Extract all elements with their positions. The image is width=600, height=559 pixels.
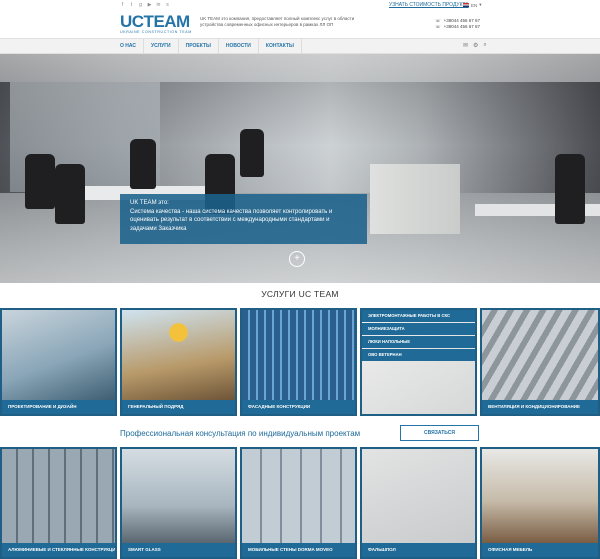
service-tile-aluminium-glass[interactable]: АЛЮМИНИЕВЫЕ И СТЕКЛЯННЫЕ КОНСТРУКЦИИ xyxy=(0,447,117,559)
nav-item-services[interactable]: УСЛУГИ xyxy=(144,39,179,53)
social-links: f t g ▶ in s xyxy=(120,2,170,9)
service-tile-smart-glass[interactable]: SMART GLASS xyxy=(120,447,237,559)
linkedin-icon[interactable]: in xyxy=(156,2,161,9)
logo-text: UCTEAM xyxy=(120,12,190,31)
service-image xyxy=(122,449,235,543)
nav-item-projects[interactable]: ПРОЕКТЫ xyxy=(179,39,219,53)
consultation-bar: Профессиональная консультация по индивид… xyxy=(0,418,600,448)
service-image xyxy=(122,310,235,400)
mail-icon[interactable]: ✉ xyxy=(463,42,468,49)
hero-caption-text: Система качества - наша система качества… xyxy=(130,208,333,232)
service-image xyxy=(482,310,598,400)
nav-item-contacts[interactable]: КОНТАКТЫ xyxy=(259,39,302,53)
youtube-icon[interactable]: ▶ xyxy=(147,2,152,9)
service-label: ФАЛЬШПОЛ xyxy=(362,543,475,557)
service-tile-facades[interactable]: ФАСАДНЫЕ КОНСТРУКЦИИ xyxy=(240,308,357,416)
service-image xyxy=(482,449,598,543)
service-label: ОФИСНАЯ МЕБЕЛЬ xyxy=(482,543,598,557)
hero-expand-button[interactable]: + xyxy=(289,251,305,267)
service-tile-office-furniture[interactable]: ОФИСНАЯ МЕБЕЛЬ xyxy=(480,447,600,559)
service-tile-electrical[interactable]: ЭЛЕКТРОМОНТАЖНЫЕ РАБОТЫ В СКС МОЛНИЕЗАЩИ… xyxy=(360,308,477,416)
list-item[interactable]: ЭЛЕКТРОМОНТАЖНЫЕ РАБОТЫ В СКС xyxy=(362,310,475,322)
contact-button[interactable]: СВЯЗАТЬСЯ xyxy=(400,425,479,441)
header: UCTEAM UKRAINE CONSTRUCTION TEAM UK TEAM… xyxy=(0,12,600,38)
service-label: МОБИЛЬНЫЕ СТЕНЫ DORMA MOVEO xyxy=(242,543,355,557)
service-tile-raised-floor[interactable]: ФАЛЬШПОЛ xyxy=(360,447,477,559)
facebook-icon[interactable]: f xyxy=(120,2,125,9)
service-image xyxy=(2,310,115,400)
nav-item-about[interactable]: О НАС xyxy=(113,39,144,53)
service-label: ВЕНТИЛЯЦИЯ И КОНДИЦИОНИРОВАНИЕ xyxy=(482,400,598,414)
service-tile-general-contracting[interactable]: ГЕНЕРАЛЬНЫЙ ПОДРЯД xyxy=(120,308,237,416)
language-label: EN xyxy=(471,2,478,8)
service-label: АЛЮМИНИЕВЫЕ И СТЕКЛЯННЫЕ КОНСТРУКЦИИ xyxy=(2,543,115,557)
list-item[interactable]: ЛЮКИ НАПОЛЬНЫЕ xyxy=(362,336,475,348)
nav-item-news[interactable]: НОВОСТИ xyxy=(219,39,259,53)
service-tile-mobile-walls[interactable]: МОБИЛЬНЫЕ СТЕНЫ DORMA MOVEO xyxy=(240,447,357,559)
logo[interactable]: UCTEAM UKRAINE CONSTRUCTION TEAM xyxy=(120,12,192,34)
chevron-down-icon: ▾ xyxy=(479,2,482,7)
main-nav: О НАС УСЛУГИ ПРОЕКТЫ НОВОСТИ КОНТАКТЫ ✉ … xyxy=(0,38,600,54)
settings-icon[interactable]: ⚙ xyxy=(473,42,478,49)
service-label: SMART GLASS xyxy=(122,543,235,557)
logo-subtitle: UKRAINE CONSTRUCTION TEAM xyxy=(120,30,192,34)
service-label: ПРОЕКТИРОВАНИЕ И ДИЗАЙН xyxy=(2,400,115,414)
skype-icon[interactable]: s xyxy=(165,2,170,9)
service-label: ГЕНЕРАЛЬНЫЙ ПОДРЯД xyxy=(122,400,235,414)
hero-caption: UK TEAM это: Система качества - наша сис… xyxy=(120,194,367,244)
service-tile-ventilation[interactable]: ВЕНТИЛЯЦИЯ И КОНДИЦИОНИРОВАНИЕ xyxy=(480,308,600,416)
google-plus-icon[interactable]: g xyxy=(138,2,143,9)
service-image xyxy=(2,449,115,543)
company-description: UK TEAM это компания, предоставляет полн… xyxy=(200,16,355,27)
electrical-services-list: ЭЛЕКТРОМОНТАЖНЫЕ РАБОТЫ В СКС МОЛНИЕЗАЩИ… xyxy=(362,310,475,362)
service-image xyxy=(242,449,355,543)
list-item[interactable]: МОЛНИЕЗАЩИТА xyxy=(362,323,475,335)
hero-caption-title: UK TEAM это: xyxy=(130,200,169,206)
service-image xyxy=(362,449,475,543)
service-label: ФАСАДНЫЕ КОНСТРУКЦИИ xyxy=(242,400,355,414)
service-tile-design[interactable]: ПРОЕКТИРОВАНИЕ И ДИЗАЙН xyxy=(0,308,117,416)
search-icon[interactable]: ⌕ xyxy=(483,42,486,49)
price-link[interactable]: УЗНАТЬ СТОИМОСТЬ ПРОДУКТА xyxy=(389,2,469,8)
hero-banner xyxy=(0,54,600,283)
list-item[interactable]: ОВО ВЕТЕРНАН xyxy=(362,349,475,361)
top-bar: f t g ▶ in s УЗНАТЬ СТОИМОСТЬ ПРОДУКТА E… xyxy=(0,0,600,12)
phone-icon: ☏ xyxy=(435,24,441,29)
twitter-icon[interactable]: t xyxy=(129,2,134,9)
phone-2[interactable]: +38044 456 67 67 xyxy=(444,24,480,30)
phone-numbers: ☏ +38044 456 67 67 ☏ +38044 456 67 67 xyxy=(435,18,480,30)
uk-flag-icon xyxy=(463,3,469,7)
language-selector[interactable]: EN ▾ xyxy=(463,2,482,8)
consultation-text: Профессиональная консультация по индивид… xyxy=(120,429,361,438)
services-title: УСЛУГИ UC TEAM xyxy=(261,289,339,299)
service-image xyxy=(242,310,355,400)
